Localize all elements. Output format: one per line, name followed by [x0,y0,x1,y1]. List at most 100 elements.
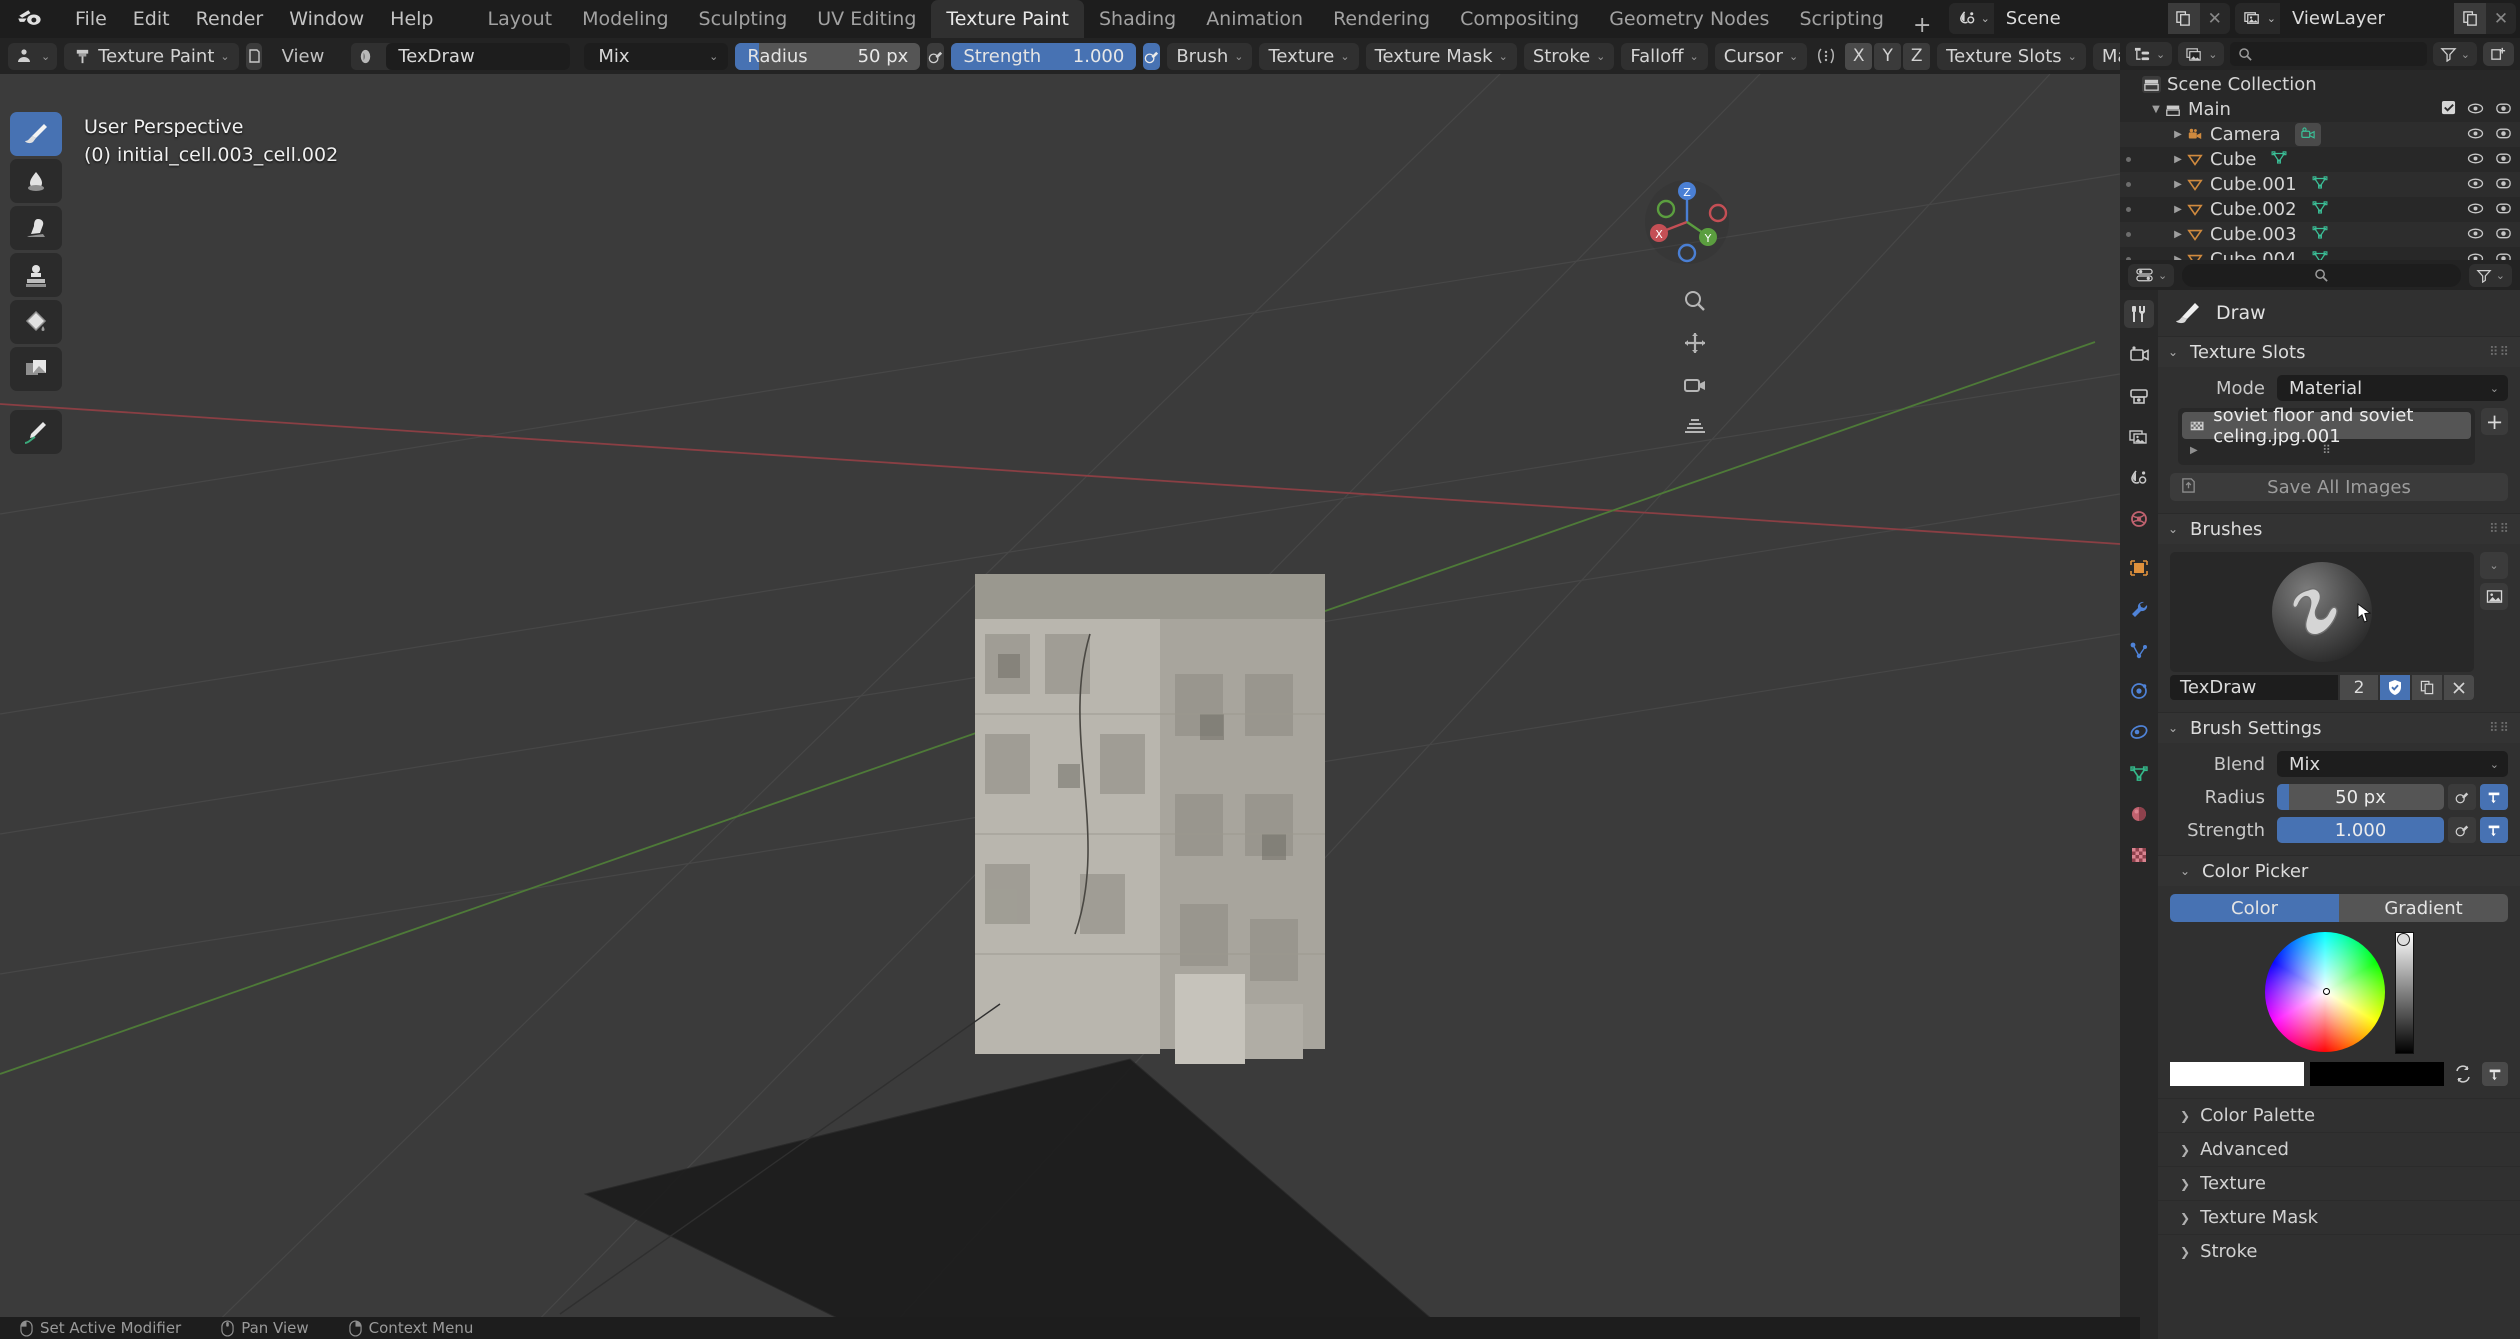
swap-colors-button[interactable] [2450,1062,2476,1086]
radius-unified-toggle[interactable] [2480,784,2508,810]
properties-tab-modifiers[interactable] [2124,595,2154,623]
menu-help[interactable]: Help [377,4,446,34]
eye-icon[interactable] [2467,124,2484,145]
symmetry-axis-y[interactable]: Y [1874,42,1902,70]
blend-mode-select[interactable]: Mix ⌄ [584,42,729,70]
camera-render-icon[interactable] [2495,199,2512,220]
panel-header-color-picker[interactable]: ⌄ Color Picker [2158,855,2520,886]
radius-slider[interactable]: Radius 50 px [735,42,921,70]
outliner-row-cube-003[interactable]: ▶ Cube.003 [2120,222,2520,247]
tool-mask[interactable] [10,347,62,391]
cursor-menu[interactable]: Cursor ⌄ [1714,42,1808,70]
navigation-gizmo[interactable]: Z X Y [1644,179,1730,265]
eye-icon[interactable] [2467,174,2484,195]
eye-icon[interactable] [2467,224,2484,245]
brush-preview[interactable] [2170,552,2474,672]
eye-icon[interactable] [2467,149,2484,170]
zoom-view-button[interactable] [1678,284,1712,318]
value-slider-knob[interactable] [2396,933,2410,946]
tool-draw[interactable] [10,112,62,156]
falloff-menu[interactable]: Falloff ⌄ [1621,42,1708,70]
unlink-scene-button[interactable]: ✕ [2200,3,2230,34]
properties-tab-particles[interactable] [2124,636,2154,664]
panel-header-brushes[interactable]: ⌄ Brushes ⠿⠿ [2158,513,2520,544]
properties-tab-view-layer[interactable] [2124,423,2154,451]
camera-render-icon[interactable] [2495,224,2512,245]
color-unified-toggle[interactable] [2482,1062,2508,1086]
panel-header-stroke[interactable]: ❯ Stroke [2158,1234,2520,1268]
workspace-tab-animation[interactable]: Animation [1191,0,1318,38]
eye-icon[interactable] [2467,199,2484,220]
outliner-row-camera[interactable]: ▶ Camera [2120,122,2520,147]
workspace-tab-geometry-nodes[interactable]: Geometry Nodes [1594,0,1784,38]
texture-slot-list-footer[interactable]: ▶ ⠿ [2182,439,2471,461]
properties-tab-render[interactable] [2124,341,2154,369]
blender-logo-icon[interactable] [14,6,48,32]
mesh-data-icon[interactable] [2270,149,2288,170]
outliner-search-input[interactable] [2230,42,2427,66]
panel-header-texture[interactable]: ❯ Texture [2158,1166,2520,1200]
radius-slider[interactable]: 50 px [2277,784,2444,810]
new-view-layer-button[interactable] [2454,3,2486,34]
panel-header-texture-slots[interactable]: ⌄ Texture Slots ⠿⠿ [2158,336,2520,367]
3d-viewport[interactable]: User Perspective (0) initial_cell.003_ce… [0,74,2120,1339]
texture-slots-mode-select[interactable]: Material ⌄ [2277,375,2508,401]
properties-tab-world[interactable] [2124,505,2154,533]
outliner-row-cube-001[interactable]: ▶ Cube.001 [2120,172,2520,197]
gradient-tab[interactable]: Gradient [2339,894,2508,922]
tool-annotate[interactable] [10,410,62,454]
duplicate-brush-button[interactable] [2412,675,2442,700]
expand-triangle[interactable]: ▼ [2148,104,2164,115]
properties-tab-output[interactable] [2124,382,2154,410]
panel-header-advanced[interactable]: ❯ Advanced [2158,1132,2520,1166]
color-wheel-cursor[interactable] [2322,988,2330,995]
outliner-row-scene-collection[interactable]: Scene Collection [2120,72,2520,97]
view-layer-selector[interactable]: ⌄ ViewLayer ✕ [2234,3,2516,34]
value-slider[interactable] [2394,932,2414,1054]
camera-render-icon[interactable] [2495,174,2512,195]
outliner-row-cube[interactable]: ▶ Cube [2120,147,2520,172]
strength-slider[interactable]: Strength 1.000 [951,42,1137,70]
mode-selector[interactable]: Texture Paint ⌄ [64,42,239,70]
properties-search-input[interactable] [2182,263,2461,287]
expand-triangle[interactable]: ▶ [2170,179,2186,190]
properties-tab-texture[interactable] [2124,841,2154,869]
checkbox-icon[interactable] [2441,99,2456,120]
blend-select[interactable]: Mix ⌄ [2277,751,2508,777]
brush-specials-dropdown[interactable]: ⌄ [2480,552,2508,579]
pan-view-button[interactable] [1678,326,1712,360]
symmetry-axis-x[interactable]: X [1845,42,1873,70]
brush-data-block[interactable]: TexDraw [351,42,571,70]
properties-tab-data[interactable] [2124,759,2154,787]
mesh-data-icon[interactable] [2311,199,2329,220]
eye-icon[interactable] [2467,99,2484,120]
view-layer-name[interactable]: ViewLayer [2280,3,2454,34]
color-wheel[interactable] [2264,932,2385,1052]
texture-menu[interactable]: Texture ⌄ [1259,42,1359,70]
secondary-color-swatch[interactable] [2310,1062,2444,1086]
save-all-images-button[interactable]: Save All Images [2170,473,2508,501]
strength-unified-toggle[interactable] [2480,817,2508,843]
workspace-tab-modeling[interactable]: Modeling [567,0,683,38]
workspace-tab-compositing[interactable]: Compositing [1445,0,1594,38]
workspace-tab-uv-editing[interactable]: UV Editing [802,0,931,38]
add-texture-slot-button[interactable]: + [2481,408,2508,435]
mesh-data-icon[interactable] [2311,224,2329,245]
primary-color-swatch[interactable] [2170,1062,2304,1086]
object-pin-button[interactable] [245,42,262,70]
strength-pressure-icon[interactable] [1143,42,1161,70]
camera-render-icon[interactable] [2495,99,2512,120]
radius-pressure-icon[interactable] [927,42,945,70]
workspace-tab-shading[interactable]: Shading [1084,0,1191,38]
camera-view-button[interactable] [1678,368,1712,402]
properties-tab-scene[interactable] [2124,464,2154,492]
new-scene-button[interactable] [2167,3,2200,34]
brush-users-count[interactable]: 2 [2340,675,2378,700]
properties-tab-object[interactable] [2124,554,2154,582]
properties-tab-physics[interactable] [2124,677,2154,705]
tool-soften[interactable] [10,159,62,203]
brush-name-field[interactable]: TexDraw [386,42,571,70]
workspace-tab-texture-paint[interactable]: Texture Paint [931,0,1084,38]
workspace-tab-sculpting[interactable]: Sculpting [684,0,803,38]
menu-edit[interactable]: Edit [120,4,183,34]
